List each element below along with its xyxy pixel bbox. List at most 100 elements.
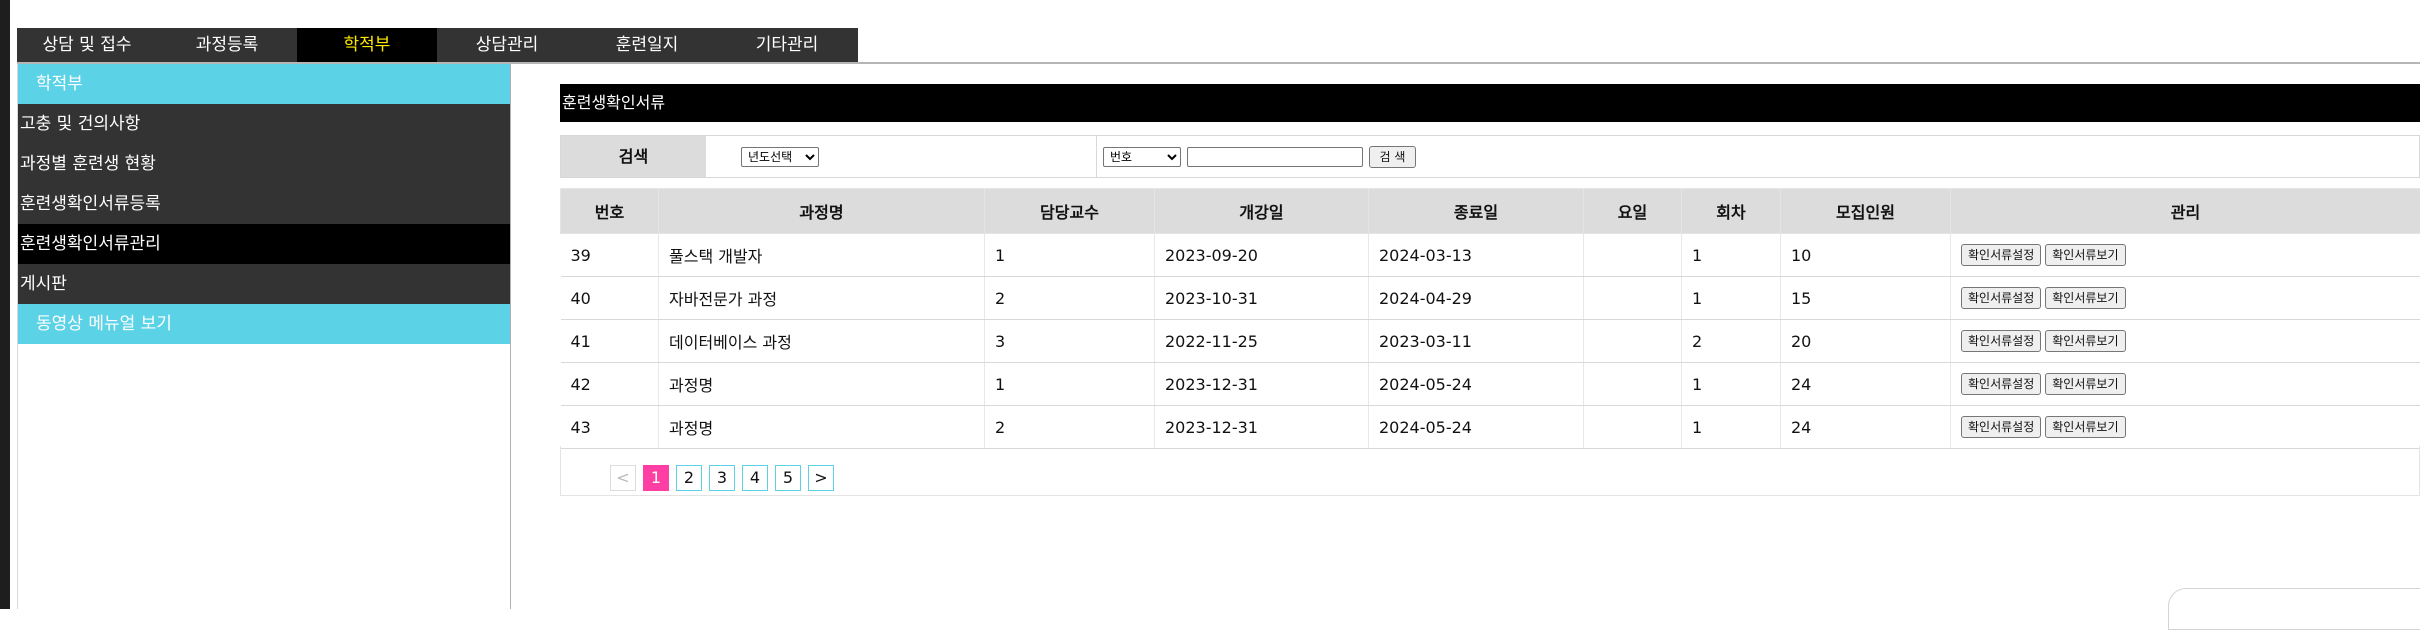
doc-view-button[interactable]: 확인서류보기: [2045, 416, 2125, 438]
cell-manage: 확인서류설정확인서류보기: [1951, 363, 2420, 406]
table-row: 42 과정명 1 2023-12-31 2024-05-24 1 24 확인서류…: [561, 363, 2420, 406]
doc-view-button[interactable]: 확인서류보기: [2045, 373, 2125, 395]
cell-start: 2023-09-20: [1155, 234, 1369, 277]
cell-round: 1: [1682, 406, 1781, 449]
search-input[interactable]: [1187, 147, 1363, 167]
cell-course: 과정명: [659, 363, 985, 406]
cell-start: 2023-10-31: [1155, 277, 1369, 320]
col-header-end: 종료일: [1369, 189, 1584, 234]
table-row: 41 데이터베이스 과정 3 2022-11-25 2023-03-11 2 2…: [561, 320, 2420, 363]
search-button[interactable]: 검 색: [1369, 146, 1416, 168]
cell-manage: 확인서류설정확인서류보기: [1951, 320, 2420, 363]
cell-no: 43: [561, 406, 659, 449]
cell-course: 자바전문가 과정: [659, 277, 985, 320]
floating-panel-edge: [2168, 588, 2420, 630]
col-header-professor: 담당교수: [985, 189, 1155, 234]
doc-setting-button[interactable]: 확인서류설정: [1961, 244, 2041, 266]
tab-etc-manage[interactable]: 기타관리: [717, 28, 857, 62]
page-next-button[interactable]: >: [808, 465, 834, 491]
search-label: 검색: [561, 136, 706, 177]
doc-view-button[interactable]: 확인서류보기: [2045, 330, 2125, 352]
page-prev-button[interactable]: <: [610, 465, 636, 491]
pagination: < 1 2 3 4 5 >: [610, 465, 834, 491]
cell-manage: 확인서류설정확인서류보기: [1951, 277, 2420, 320]
col-header-course: 과정명: [659, 189, 985, 234]
sidebar-item-doc-register[interactable]: 훈련생확인서류등록: [18, 184, 510, 224]
cell-course: 데이터베이스 과정: [659, 320, 985, 363]
cell-start: 2023-12-31: [1155, 406, 1369, 449]
doc-view-button[interactable]: 확인서류보기: [2045, 244, 2125, 266]
doc-view-button[interactable]: 확인서류보기: [2045, 287, 2125, 309]
cell-capacity: 20: [1781, 320, 1951, 363]
section-title: 훈련생확인서류: [560, 84, 2420, 122]
col-header-day: 요일: [1584, 189, 1682, 234]
page-button-2[interactable]: 2: [676, 465, 702, 491]
cell-capacity: 15: [1781, 277, 1951, 320]
cell-professor: 2: [985, 406, 1155, 449]
cell-round: 1: [1682, 363, 1781, 406]
page-button-3[interactable]: 3: [709, 465, 735, 491]
doc-setting-button[interactable]: 확인서류설정: [1961, 416, 2041, 438]
cell-day: [1584, 406, 1682, 449]
page-button-5[interactable]: 5: [775, 465, 801, 491]
table-header-row: 번호 과정명 담당교수 개강일 종료일 요일 회차 모집인원 관리: [561, 189, 2420, 234]
page-button-1[interactable]: 1: [643, 465, 669, 491]
col-header-no: 번호: [561, 189, 659, 234]
tab-consult-manage[interactable]: 상담관리: [437, 28, 577, 62]
pagination-area: [560, 446, 2420, 496]
cell-professor: 2: [985, 277, 1155, 320]
cell-round: 2: [1682, 320, 1781, 363]
doc-setting-button[interactable]: 확인서류설정: [1961, 287, 2041, 309]
cell-day: [1584, 320, 1682, 363]
cell-round: 1: [1682, 234, 1781, 277]
cell-round: 1: [1682, 277, 1781, 320]
sidebar-item-trainee-status[interactable]: 과정별 훈련생 현황: [18, 144, 510, 184]
cell-professor: 1: [985, 234, 1155, 277]
cell-day: [1584, 363, 1682, 406]
course-table: 번호 과정명 담당교수 개강일 종료일 요일 회차 모집인원 관리 39 풀스택…: [560, 188, 2420, 449]
cell-professor: 3: [985, 320, 1155, 363]
page-button-4[interactable]: 4: [742, 465, 768, 491]
table-row: 39 풀스택 개발자 1 2023-09-20 2024-03-13 1 10 …: [561, 234, 2420, 277]
col-header-round: 회차: [1682, 189, 1781, 234]
tab-consult-intake[interactable]: 상담 및 접수: [17, 28, 157, 62]
cell-day: [1584, 234, 1682, 277]
sidebar-video-manual-link[interactable]: 동영상 메뉴얼 보기: [18, 304, 510, 344]
cell-no: 40: [561, 277, 659, 320]
search-bar: 검색 년도선택 번호 검 색: [560, 135, 2420, 178]
search-field-select[interactable]: 번호: [1103, 147, 1181, 167]
cell-end: 2023-03-11: [1369, 320, 1584, 363]
tab-course-register[interactable]: 과정등록: [157, 28, 297, 62]
cell-manage: 확인서류설정확인서류보기: [1951, 234, 2420, 277]
cell-capacity: 10: [1781, 234, 1951, 277]
cell-no: 41: [561, 320, 659, 363]
doc-setting-button[interactable]: 확인서류설정: [1961, 373, 2041, 395]
year-select[interactable]: 년도선택: [741, 147, 819, 167]
table-row: 40 자바전문가 과정 2 2023-10-31 2024-04-29 1 15…: [561, 277, 2420, 320]
search-divider: [1096, 135, 1097, 178]
sidebar-item-doc-manage[interactable]: 훈련생확인서류관리: [18, 224, 510, 264]
cell-end: 2024-05-24: [1369, 363, 1584, 406]
cell-day: [1584, 277, 1682, 320]
cell-course: 과정명: [659, 406, 985, 449]
window-left-edge: [0, 0, 10, 609]
cell-end: 2024-05-24: [1369, 406, 1584, 449]
tab-school-register[interactable]: 학적부: [297, 28, 437, 62]
sidebar: 학적부 고충 및 건의사항 과정별 훈련생 현황 훈련생확인서류등록 훈련생확인…: [17, 64, 511, 609]
cell-professor: 1: [985, 363, 1155, 406]
cell-manage: 확인서류설정확인서류보기: [1951, 406, 2420, 449]
cell-start: 2023-12-31: [1155, 363, 1369, 406]
cell-no: 39: [561, 234, 659, 277]
cell-end: 2024-03-13: [1369, 234, 1584, 277]
col-header-capacity: 모집인원: [1781, 189, 1951, 234]
cell-course: 풀스택 개발자: [659, 234, 985, 277]
cell-no: 42: [561, 363, 659, 406]
cell-end: 2024-04-29: [1369, 277, 1584, 320]
tab-training-log[interactable]: 훈련일지: [577, 28, 717, 62]
doc-setting-button[interactable]: 확인서류설정: [1961, 330, 2041, 352]
sidebar-item-board[interactable]: 게시판: [18, 264, 510, 304]
sidebar-item-grievance[interactable]: 고충 및 건의사항: [18, 104, 510, 144]
top-nav: 상담 및 접수 과정등록 학적부 상담관리 훈련일지 기타관리: [17, 28, 858, 62]
cell-capacity: 24: [1781, 363, 1951, 406]
col-header-start: 개강일: [1155, 189, 1369, 234]
